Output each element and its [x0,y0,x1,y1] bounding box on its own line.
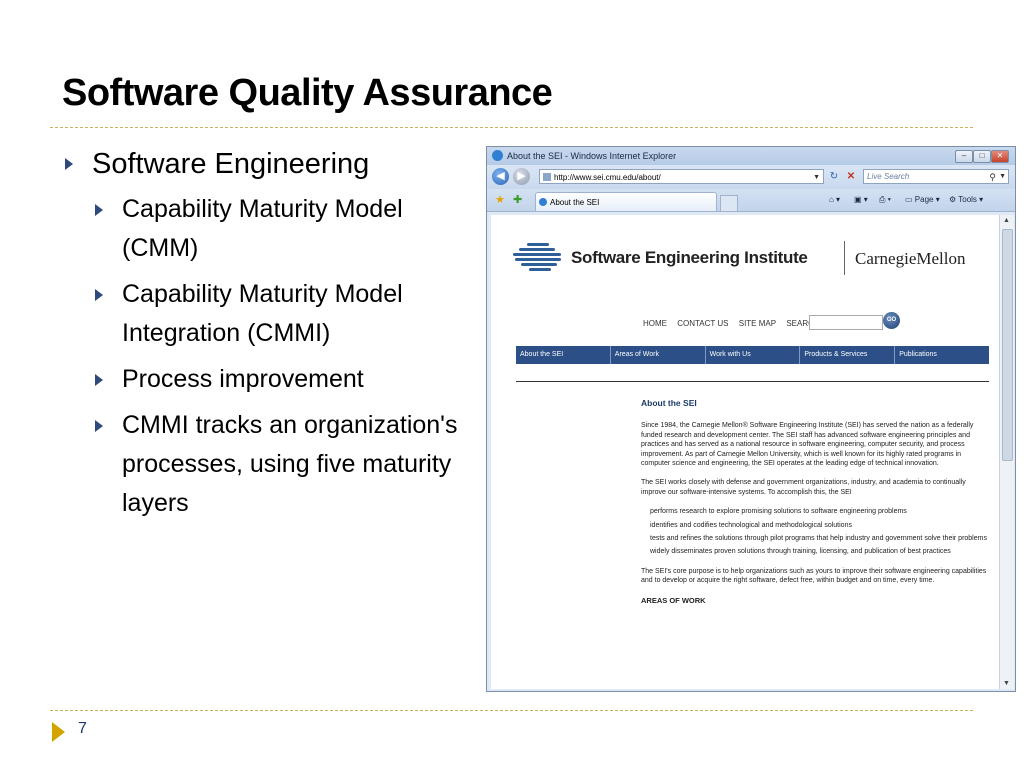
sub-bullet-item: CMMI tracks an organization's processes,… [62,406,472,523]
close-button[interactable]: ✕ [991,150,1009,163]
title-divider [50,127,973,128]
nav-contact-link[interactable]: CONTACT US [677,319,728,328]
content-divider [516,381,989,382]
tab-title: About the SEI [550,198,600,207]
nav-home-link[interactable]: HOME [643,319,667,328]
home-icon[interactable]: ⌂ ▾ [829,195,840,204]
content-list-item: tests and refines the solutions through … [650,535,987,543]
menu-item-about[interactable]: About the SEI [516,346,611,364]
slide-title: Software Quality Assurance [62,72,553,114]
bullet-item: Software Engineering [62,146,472,182]
refresh-icon[interactable]: ↻ [827,170,841,184]
maximize-button[interactable]: □ [973,150,991,163]
minimize-button[interactable]: – [955,150,973,163]
bullet-arrow-icon [95,289,103,301]
go-button[interactable]: GO [883,312,900,329]
sub-bullet-item: Process improvement [62,360,472,399]
address-field[interactable]: http://www.sei.cmu.edu/about/ ▼ [539,169,824,184]
chevron-down-icon[interactable]: ▼ [999,170,1006,184]
page-menu-label: Page [914,195,934,204]
scroll-up-icon[interactable]: ▲ [1003,217,1010,224]
tab-about-the-sei[interactable]: About the SEI [535,192,717,211]
content-paragraph: Since 1984, the Carnegie Mellon® Softwar… [641,422,974,468]
back-button[interactable]: ◀ [492,168,509,185]
bullet-arrow-icon [65,158,73,170]
search-input[interactable]: Live Search ⚲ ▼ [863,169,1009,184]
footer-arrow-icon [52,722,65,742]
sei-logo-icon [513,239,565,273]
bullet-list: Software Engineering Capability Maturity… [62,146,472,530]
footer-divider [50,710,973,711]
search-icon[interactable]: ⚲ [989,170,996,184]
university-name: CarnegieMellon [855,249,966,268]
content-heading: About the SEI [641,398,697,408]
site-search-input[interactable] [809,315,883,330]
scroll-down-icon[interactable]: ▼ [1003,680,1010,687]
content-list-item: widely disseminates proven solutions thr… [650,548,951,556]
bullet-arrow-icon [95,374,103,386]
forward-button[interactable]: ▶ [513,168,530,185]
bullet-text: Capability Maturity Model Integration (C… [122,280,403,347]
content-paragraph: The SEI works closely with defense and g… [641,479,966,496]
address-text: http://www.sei.cmu.edu/about/ [554,173,661,182]
menu-item-products[interactable]: Products & Services [800,346,896,364]
top-nav: HOME CONTACT US SITE MAP SEARCH [643,319,828,328]
add-favorites-icon[interactable]: ✚ [513,193,522,206]
bullet-text: Software Engineering [92,148,370,180]
content-paragraph: The SEI's core purpose is to help organi… [641,567,987,585]
new-tab-button[interactable] [720,195,738,211]
menu-item-work[interactable]: Work with Us [706,346,801,364]
sub-bullet-item: Capability Maturity Model Integration (C… [62,275,472,353]
chevron-down-icon[interactable]: ▼ [813,170,820,185]
scrollbar-thumb[interactable] [1002,229,1013,461]
bullet-text: CMMI tracks an organization's processes,… [122,411,458,517]
content-subheading: AREAS OF WORK [641,595,706,605]
browser-titlebar: About the SEI - Windows Internet Explore… [487,147,1015,165]
menu-item-areas[interactable]: Areas of Work [611,346,706,364]
page-content: About the SEI Since 1984, the Carnegie M… [641,398,991,605]
nav-sitemap-link[interactable]: SITE MAP [739,319,776,328]
tab-bar: ★ ✚ About the SEI ⌂ ▾ ▣ ▾ ⎙ ▾ ▭ Page ▾ ⚙… [487,189,1015,212]
tools-menu-label: Tools [958,195,977,204]
search-placeholder: Live Search [867,172,910,181]
menu-item-publications[interactable]: Publications [895,346,989,364]
ie-logo-icon [539,198,547,206]
tools-menu-button[interactable]: ⚙ Tools ▾ [949,195,983,204]
site-menu-bar: About the SEI Areas of Work Work with Us… [516,346,989,364]
page-viewport: Software Engineering Institute CarnegieM… [491,215,999,689]
bullet-text: Process improvement [122,365,364,393]
address-bar-row: ◀ ▶ http://www.sei.cmu.edu/about/ ▼ ↻ ✕ … [487,165,1015,189]
window-title: About the SEI - Windows Internet Explore… [507,151,677,161]
page-icon [543,173,551,181]
content-list-item: identifies and codifies technological an… [650,521,852,529]
content-list-item: performs research to explore promising s… [650,508,907,516]
logo-divider [844,241,845,275]
ie-logo-icon [492,150,503,161]
bullet-text: Capability Maturity Model (CMM) [122,195,403,262]
stop-icon[interactable]: ✕ [844,170,858,184]
browser-window: About the SEI - Windows Internet Explore… [486,146,1016,692]
favorites-star-icon[interactable]: ★ [495,193,505,206]
page-menu-button[interactable]: ▭ Page ▾ [905,195,940,204]
org-name: Software Engineering Institute [571,248,808,267]
bullet-arrow-icon [95,204,103,216]
sub-bullet-item: Capability Maturity Model (CMM) [62,190,472,268]
feeds-icon[interactable]: ▣ ▾ [854,195,868,204]
bullet-arrow-icon [95,420,103,432]
print-icon[interactable]: ⎙ ▾ [879,195,891,205]
page-number: 7 [78,720,87,737]
vertical-scrollbar[interactable]: ▲ ▼ [999,215,1014,689]
